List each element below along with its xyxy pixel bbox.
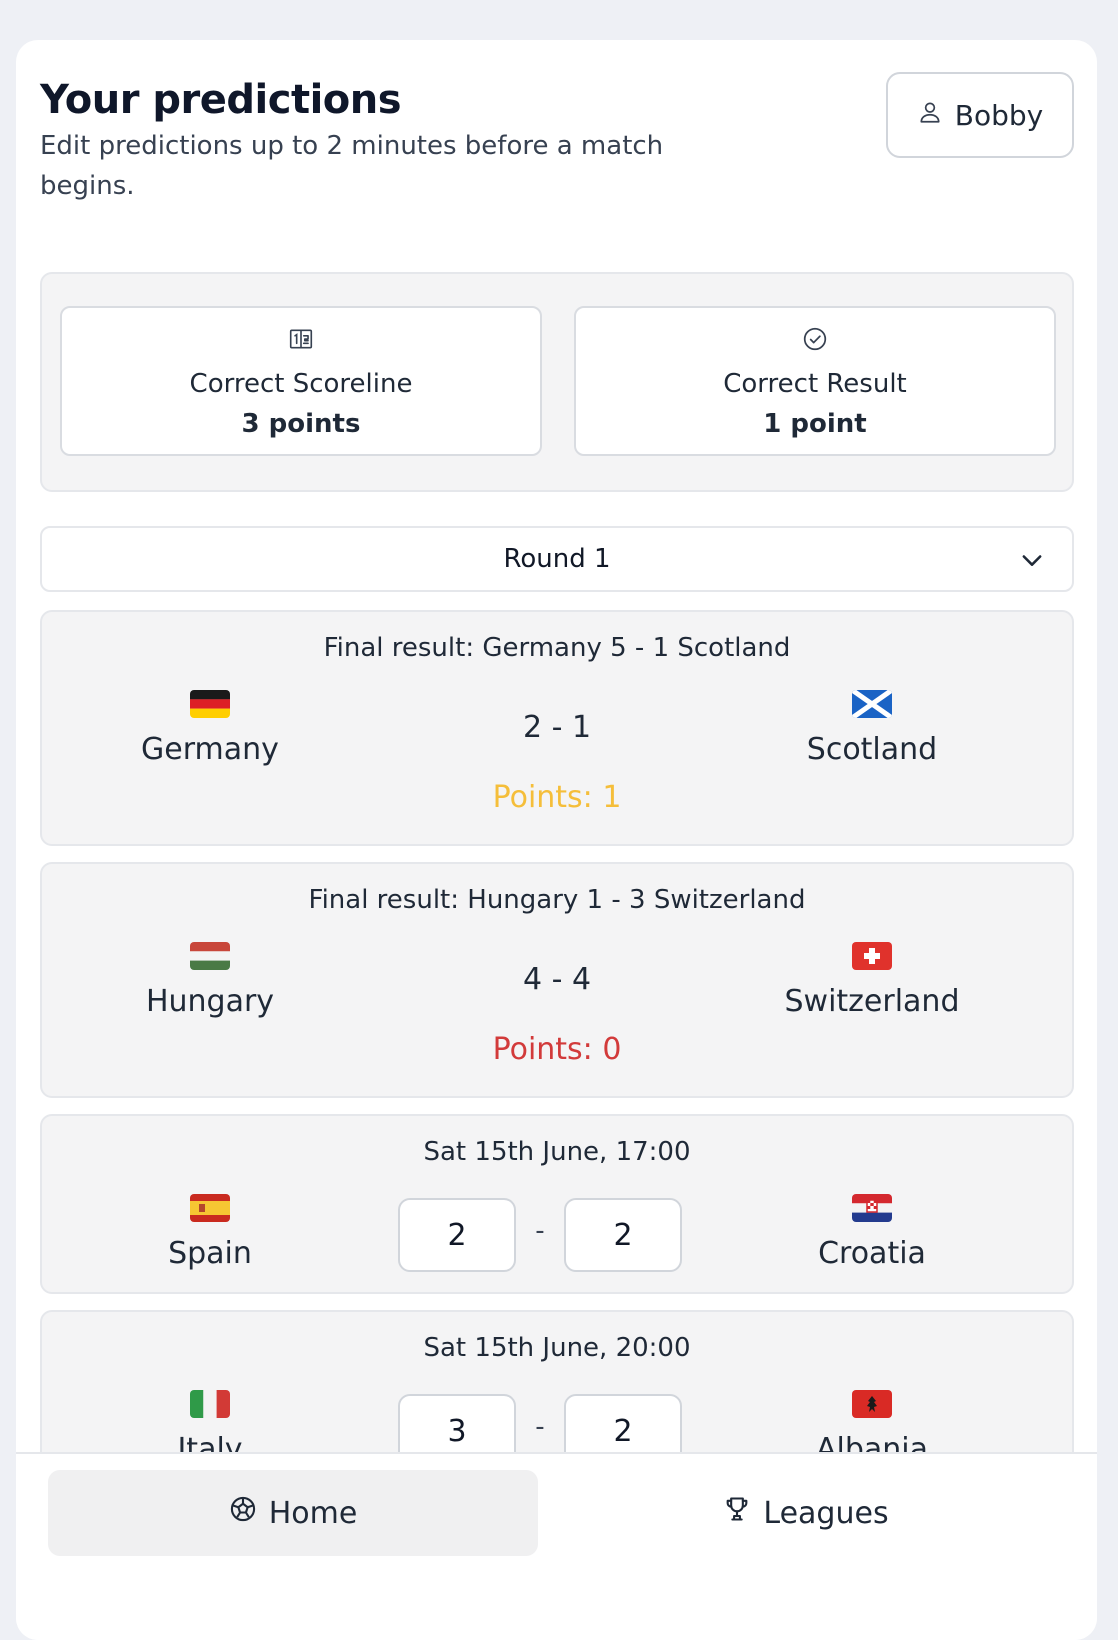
round-select[interactable]: Round 1 — [40, 526, 1074, 592]
match-header: Final result: Germany 5 - 1 Scotland — [323, 633, 791, 663]
predictions-card: Your predictions Edit predictions up to … — [16, 40, 1097, 1640]
home-team: Spain — [50, 1194, 370, 1274]
round-select-value: Round 1 — [503, 544, 611, 574]
nav-home-button[interactable]: Home — [48, 1470, 538, 1556]
match-header: Sat 15th June, 20:00 — [423, 1333, 691, 1363]
away-team-name: Scotland — [806, 732, 938, 767]
user-name: Bobby — [954, 98, 1044, 132]
bottom-navigation: Home Leagues — [16, 1452, 1097, 1640]
scoreline-label: Correct Scoreline — [189, 369, 413, 399]
result-points: 1 point — [763, 409, 867, 439]
match-card: Sat 15th June, 17:00 Spain - Croatia — [40, 1114, 1074, 1294]
scoring-rule-scoreline: Correct Scoreline 3 points — [60, 306, 542, 456]
check-circle-icon — [802, 326, 828, 364]
match-card: Final result: Hungary 1 - 3 Switzerland … — [40, 862, 1074, 1098]
score-separator: - — [535, 1216, 545, 1246]
result-label: Correct Result — [723, 369, 907, 399]
chevron-down-icon — [1018, 546, 1046, 574]
away-team-name: Croatia — [818, 1236, 926, 1271]
spain-flag — [190, 1194, 230, 1222]
score-separator: - — [535, 1412, 545, 1442]
soccer-ball-icon — [229, 1495, 257, 1531]
away-team: Switzerland — [712, 942, 1032, 1022]
italy-flag — [190, 1390, 230, 1418]
away-team: Scotland — [712, 690, 1032, 770]
match-points: Points: 0 — [492, 1032, 622, 1067]
page-header: Your predictions Edit predictions up to … — [40, 76, 700, 206]
match-header: Final result: Hungary 1 - 3 Switzerland — [308, 885, 806, 915]
user-icon — [917, 99, 943, 132]
croatia-flag — [852, 1194, 892, 1222]
nav-leagues-label: Leagues — [763, 1495, 889, 1531]
switzerland-flag — [852, 942, 892, 970]
home-team-name: Spain — [168, 1236, 252, 1271]
away-team-name: Switzerland — [784, 984, 960, 1019]
page-subtitle: Edit predictions up to 2 minutes before … — [40, 131, 664, 201]
scoreline-points: 3 points — [241, 409, 361, 439]
match-points: Points: 1 — [492, 780, 622, 815]
away-team: Croatia — [712, 1194, 1032, 1274]
scoreboard-icon — [288, 326, 314, 364]
away-score-input[interactable] — [564, 1198, 682, 1272]
scoring-rules-panel: Correct Scoreline 3 points Correct Resul… — [40, 272, 1074, 492]
match-header: Sat 15th June, 17:00 — [423, 1137, 691, 1167]
albania-flag — [852, 1390, 892, 1418]
scoring-rule-result: Correct Result 1 point — [574, 306, 1056, 456]
trophy-icon — [723, 1495, 751, 1531]
match-card: Final result: Germany 5 - 1 Scotland Ger… — [40, 610, 1074, 846]
home-score-input[interactable] — [398, 1198, 516, 1272]
nav-home-label: Home — [268, 1495, 358, 1531]
scotland-flag — [852, 690, 892, 718]
nav-leagues-button[interactable]: Leagues — [556, 1470, 1056, 1556]
score-inputs: - — [398, 1198, 682, 1272]
user-profile-button[interactable]: Bobby — [886, 72, 1074, 158]
page-title: Your predictions — [40, 77, 402, 123]
